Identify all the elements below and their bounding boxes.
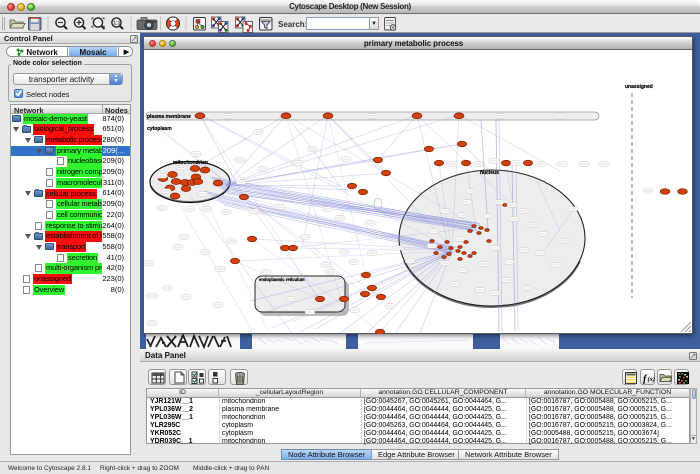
svg-text:unassigned: unassigned xyxy=(625,84,653,90)
svg-text:nucleus: nucleus xyxy=(480,170,499,176)
svg-text:mitochondrion: mitochondrion xyxy=(173,160,208,166)
svg-text:(x): (x) xyxy=(647,376,655,383)
svg-text:cytoplasm: cytoplasm xyxy=(147,126,172,132)
svg-text:plasma membrane: plasma membrane xyxy=(147,114,191,120)
svg-text:1:1: 1:1 xyxy=(113,21,120,27)
svg-text:endoplasmic reticulum: endoplasmic reticulum xyxy=(259,277,305,282)
